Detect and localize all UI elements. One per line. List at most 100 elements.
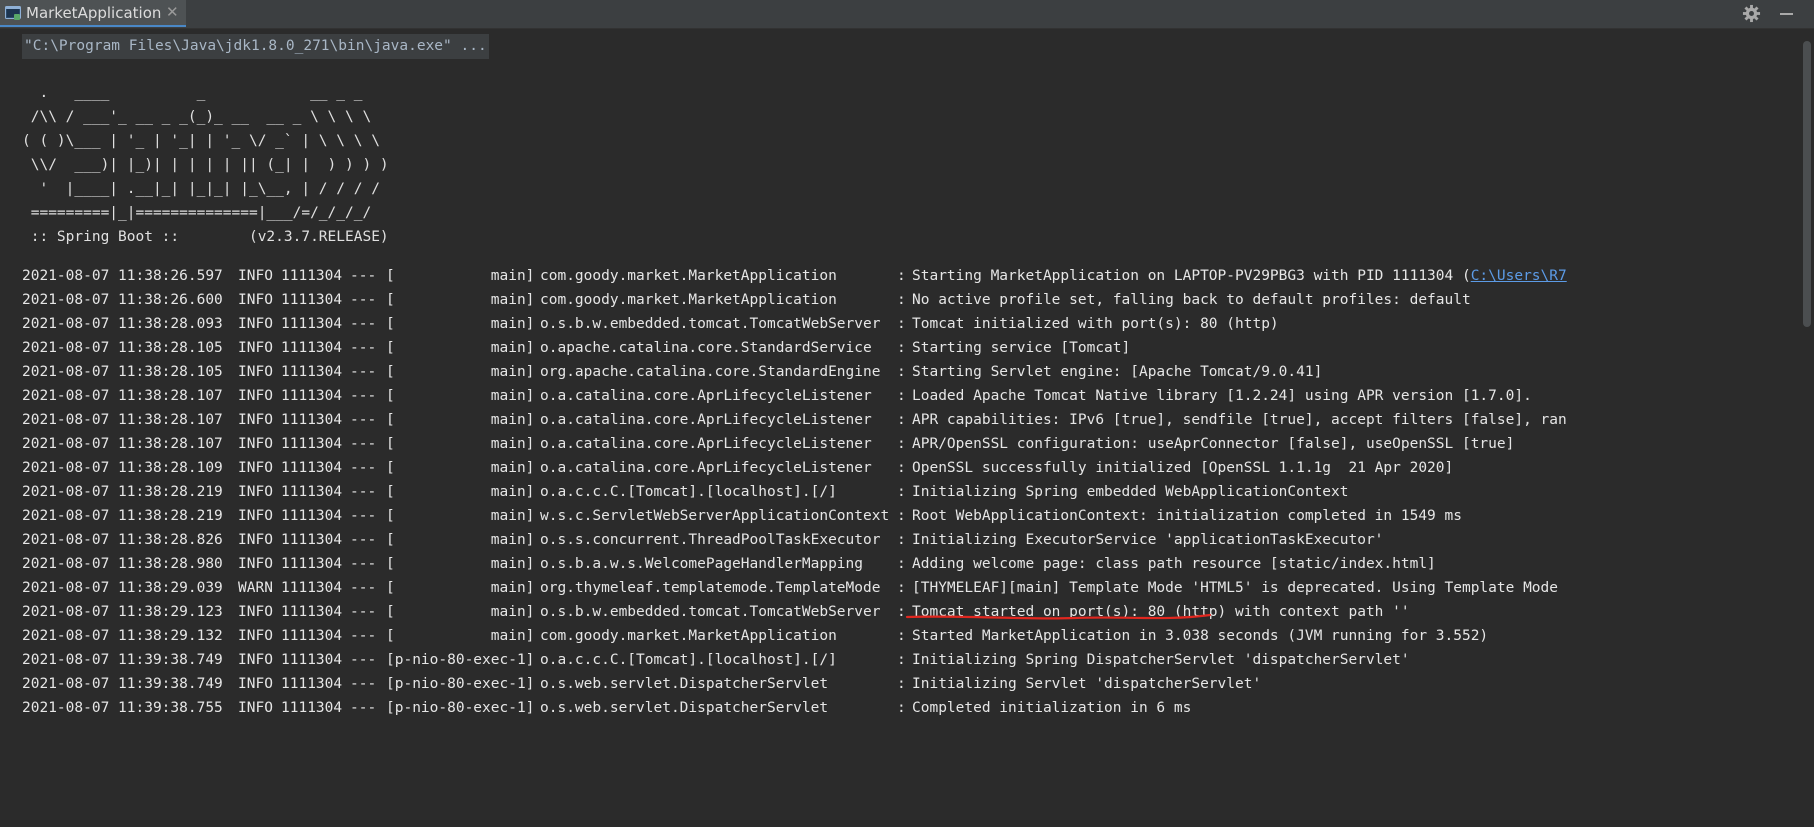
log-message: APR capabilities: IPv6 [true], sendfile … <box>912 408 1567 432</box>
log-pid: 1111304 <box>281 628 343 644</box>
log-logger: o.s.s.concurrent.ThreadPoolTaskExecutor <box>540 532 881 548</box>
log-logger: o.s.b.w.embedded.tomcat.TomcatWebServer <box>540 316 881 332</box>
log-message-text: Starting MarketApplication on LAPTOP-PV2… <box>912 268 1471 284</box>
log-level: INFO <box>238 700 273 716</box>
console-output[interactable]: "C:\Program Files\Java\jdk1.8.0_271\bin\… <box>0 29 1800 827</box>
log-logger: o.a.catalina.core.AprLifecycleListener <box>540 436 872 452</box>
log-message-text: APR/OpenSSL configuration: useAprConnect… <box>912 436 1515 452</box>
tool-window-tab-bar: MarketApplication ✕ <box>0 0 1814 29</box>
log-message: Loaded Apache Tomcat Native library [1.2… <box>912 384 1532 408</box>
log-logger: w.s.c.ServletWebServerApplicationContext <box>540 508 890 524</box>
log-level: INFO <box>238 508 273 524</box>
log-pid: 1111304 <box>281 484 343 500</box>
log-message: Completed initialization in 6 ms <box>912 696 1191 720</box>
log-thread: [ main] <box>386 292 535 308</box>
log-message-text: Initializing Servlet 'dispatcherServlet' <box>912 676 1262 692</box>
log-thread: [ main] <box>386 316 535 332</box>
log-separator: --- <box>350 340 377 356</box>
log-colon: : <box>897 580 906 596</box>
log-level: INFO <box>238 484 273 500</box>
log-pid: 1111304 <box>281 676 343 692</box>
log-pid: 1111304 <box>281 316 343 332</box>
java-command-line: "C:\Program Files\Java\jdk1.8.0_271\bin\… <box>22 34 489 59</box>
log-message: Initializing Spring embedded WebApplicat… <box>912 480 1349 504</box>
log-timestamp: 2021-08-07 11:39:38.755 <box>22 700 223 716</box>
log-timestamp: 2021-08-07 11:38:26.597 <box>22 268 223 284</box>
log-message: APR/OpenSSL configuration: useAprConnect… <box>912 432 1514 456</box>
log-message-text: No active profile set, falling back to d… <box>912 292 1471 308</box>
log-level: INFO <box>238 532 273 548</box>
log-colon: : <box>897 460 906 476</box>
log-message: No active profile set, falling back to d… <box>912 288 1471 312</box>
banner-line: =========|_|==============|___/=/_/_/_/ <box>22 205 372 221</box>
log-thread: [ main] <box>386 412 535 428</box>
log-message: [THYMELEAF][main] Template Mode 'HTML5' … <box>912 576 1558 600</box>
log-logger: o.a.c.c.C.[Tomcat].[localhost].[/] <box>540 652 837 668</box>
tab-market-application[interactable]: MarketApplication ✕ <box>0 0 186 27</box>
banner-line: /\\ / ___'_ __ _ _(_)_ __ __ _ \ \ \ \ <box>22 109 372 125</box>
vertical-scrollbar[interactable] <box>1800 29 1814 827</box>
log-logger: o.s.web.servlet.DispatcherServlet <box>540 676 829 692</box>
log-colon: : <box>897 532 906 548</box>
gear-icon[interactable] <box>1742 4 1761 23</box>
banner-line: :: Spring Boot :: (v2.3.7.RELEASE) <box>22 229 389 245</box>
banner-line: \\/ ___)| |_)| | | | | || (_| | ) ) ) ) <box>22 157 389 173</box>
log-thread: [ main] <box>386 556 535 572</box>
log-pid: 1111304 <box>281 508 343 524</box>
log-timestamp: 2021-08-07 11:38:28.107 <box>22 412 223 428</box>
log-thread: [ main] <box>386 364 535 380</box>
log-timestamp: 2021-08-07 11:38:28.105 <box>22 364 223 380</box>
log-message: Adding welcome page: class path resource… <box>912 552 1436 576</box>
log-message-text: Initializing ExecutorService 'applicatio… <box>912 532 1384 548</box>
log-logger: o.apache.catalina.core.StandardService <box>540 340 872 356</box>
log-thread: [p-nio-80-exec-1] <box>386 700 535 716</box>
log-pid: 1111304 <box>281 340 343 356</box>
minimize-icon[interactable] <box>1780 13 1793 15</box>
log-colon: : <box>897 268 906 284</box>
log-thread: [p-nio-80-exec-1] <box>386 652 535 668</box>
log-message: Root WebApplicationContext: initializati… <box>912 504 1462 528</box>
log-colon: : <box>897 388 906 404</box>
log-colon: : <box>897 652 906 668</box>
log-separator: --- <box>350 580 377 596</box>
log-separator: --- <box>350 700 377 716</box>
log-pid: 1111304 <box>281 268 343 284</box>
log-pid: 1111304 <box>281 604 343 620</box>
log-timestamp: 2021-08-07 11:38:28.980 <box>22 556 223 572</box>
log-message-text: Initializing Spring DispatcherServlet 'd… <box>912 652 1410 668</box>
log-thread: [ main] <box>386 628 535 644</box>
log-level: INFO <box>238 340 273 356</box>
log-timestamp: 2021-08-07 11:39:38.749 <box>22 652 223 668</box>
log-colon: : <box>897 628 906 644</box>
log-level: INFO <box>238 316 273 332</box>
log-colon: : <box>897 508 906 524</box>
scrollbar-thumb[interactable] <box>1803 41 1811 327</box>
log-separator: --- <box>350 628 377 644</box>
banner-line: . ____ _ __ _ _ <box>22 85 363 101</box>
log-message-text: Loaded Apache Tomcat Native library [1.2… <box>912 388 1532 404</box>
log-logger: o.s.b.w.embedded.tomcat.TomcatWebServer <box>540 604 881 620</box>
log-logger: com.goody.market.MarketApplication <box>540 628 837 644</box>
log-level: INFO <box>238 652 273 668</box>
log-thread: [ main] <box>386 268 535 284</box>
log-message: Started MarketApplication in 3.038 secon… <box>912 624 1488 648</box>
log-colon: : <box>897 316 906 332</box>
log-message-text: Root WebApplicationContext: initializati… <box>912 508 1462 524</box>
close-icon[interactable]: ✕ <box>166 3 179 21</box>
log-separator: --- <box>350 556 377 572</box>
log-message: Starting MarketApplication on LAPTOP-PV2… <box>912 264 1567 288</box>
log-timestamp: 2021-08-07 11:38:29.123 <box>22 604 223 620</box>
log-separator: --- <box>350 364 377 380</box>
log-timestamp: 2021-08-07 11:38:28.107 <box>22 388 223 404</box>
log-thread: [ main] <box>386 532 535 548</box>
log-level: INFO <box>238 388 273 404</box>
log-thread: [ main] <box>386 340 535 356</box>
log-timestamp: 2021-08-07 11:39:38.749 <box>22 676 223 692</box>
log-timestamp: 2021-08-07 11:38:28.105 <box>22 340 223 356</box>
log-timestamp: 2021-08-07 11:38:26.600 <box>22 292 223 308</box>
log-message-text: Initializing Spring embedded WebApplicat… <box>912 484 1349 500</box>
log-path-link[interactable]: C:\Users\R7 <box>1471 268 1567 284</box>
log-message: Initializing Servlet 'dispatcherServlet' <box>912 672 1261 696</box>
log-pid: 1111304 <box>281 412 343 428</box>
log-message-text: Starting Servlet engine: [Apache Tomcat/… <box>912 364 1323 380</box>
